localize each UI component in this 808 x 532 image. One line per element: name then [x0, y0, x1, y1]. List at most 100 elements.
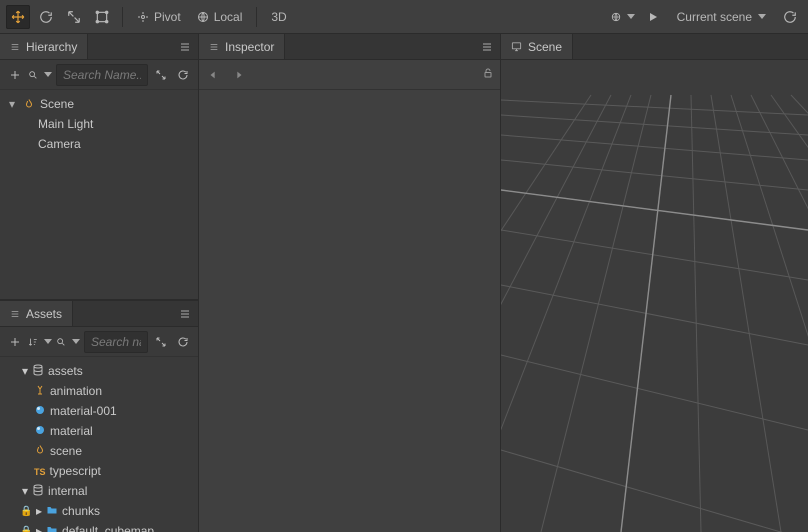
main-area: Hierarchy ▾: [0, 34, 808, 532]
asset-item[interactable]: TS typescript: [0, 461, 198, 481]
viewport-grid: [501, 60, 808, 532]
asset-item[interactable]: scene: [0, 441, 198, 461]
inspector-column: Inspector: [198, 34, 501, 532]
pivot-label: Pivot: [154, 10, 181, 24]
tab-inspector[interactable]: Inspector: [199, 34, 285, 59]
scale-tool-button[interactable]: [62, 5, 86, 29]
assets-folder-internal[interactable]: ▾ internal: [0, 481, 198, 501]
pivot-toggle[interactable]: Pivot: [131, 5, 187, 29]
scene-selector-label: Current scene: [677, 10, 752, 24]
inspector-body: [199, 90, 500, 532]
inspector-back-button[interactable]: [205, 63, 221, 87]
asset-label: assets: [48, 364, 83, 378]
assets-sort-dropdown[interactable]: [28, 330, 52, 354]
refresh-preview-button[interactable]: [778, 5, 802, 29]
asset-label: internal: [48, 484, 87, 498]
asset-label: animation: [50, 384, 102, 398]
inspector-forward-button[interactable]: [231, 63, 247, 87]
asset-label: material-001: [50, 404, 117, 418]
lock-icon: 🔒: [20, 526, 32, 532]
assets-folder-root[interactable]: ▾ assets: [0, 361, 198, 381]
asset-label: material: [50, 424, 93, 438]
assets-search-dropdown[interactable]: [56, 330, 80, 354]
toolbar-separator: [122, 7, 123, 27]
material-icon: [34, 424, 46, 439]
hierarchy-add-button[interactable]: [6, 63, 24, 87]
asset-folder[interactable]: 🔒 ▸ chunks: [0, 501, 198, 521]
assets-refresh-button[interactable]: [174, 330, 192, 354]
animation-icon: [34, 384, 46, 399]
play-button[interactable]: [641, 5, 665, 29]
asset-label: scene: [50, 444, 82, 458]
hierarchy-search-dropdown[interactable]: [28, 63, 52, 87]
list-icon: [10, 42, 20, 52]
tab-scene[interactable]: Scene: [501, 34, 573, 59]
scene-viewport[interactable]: [501, 60, 808, 532]
hierarchy-toolbar: [0, 60, 198, 90]
rect-tool-button[interactable]: [90, 5, 114, 29]
assets-add-button[interactable]: [6, 330, 24, 354]
assets-collapse-button[interactable]: [152, 330, 170, 354]
assets-panel-menu[interactable]: [172, 301, 198, 326]
preview-target-dropdown[interactable]: [611, 5, 635, 29]
scene-selector-dropdown[interactable]: Current scene: [671, 5, 772, 29]
folder-icon: [46, 524, 58, 532]
hierarchy-title: Hierarchy: [26, 40, 77, 54]
local-label: Local: [214, 10, 243, 24]
toolbar-left-group: Pivot Local 3D: [6, 5, 293, 29]
assets-search-input[interactable]: [84, 331, 148, 353]
chevron-right-icon[interactable]: ▸: [36, 504, 42, 518]
move-tool-button[interactable]: [6, 5, 30, 29]
tab-hierarchy[interactable]: Hierarchy: [0, 34, 88, 59]
hierarchy-node-child[interactable]: Main Light: [0, 114, 198, 134]
hierarchy-tree: ▾ Scene Main Light Camera: [0, 90, 198, 299]
mode-3d-toggle[interactable]: 3D: [265, 5, 292, 29]
hierarchy-node-scene[interactable]: ▾ Scene: [0, 94, 198, 114]
left-column: Hierarchy ▾: [0, 34, 198, 532]
list-icon: [10, 309, 20, 319]
material-icon: [34, 404, 46, 419]
hierarchy-node-label: Main Light: [38, 117, 93, 131]
assets-tabs: Assets: [0, 301, 198, 327]
hierarchy-panel-menu[interactable]: [172, 34, 198, 59]
assets-toolbar: [0, 327, 198, 357]
tab-assets[interactable]: Assets: [0, 301, 73, 326]
hierarchy-node-child[interactable]: Camera: [0, 134, 198, 154]
toolbar-right-group: Current scene: [611, 5, 802, 29]
list-icon: [209, 42, 219, 52]
asset-label: chunks: [62, 504, 100, 518]
inspector-tabs: Inspector: [199, 34, 500, 60]
local-toggle[interactable]: Local: [191, 5, 249, 29]
assets-tree: ▾ assets animation material-001: [0, 357, 198, 532]
database-icon: [32, 364, 44, 379]
folder-icon: [46, 504, 58, 519]
inspector-title: Inspector: [225, 40, 274, 54]
scene-tabs: Scene: [501, 34, 808, 60]
scene-column: Scene: [501, 34, 808, 532]
asset-folder[interactable]: 🔒 ▸ default_cubemap: [0, 521, 198, 532]
scene-title: Scene: [528, 40, 562, 54]
asset-item[interactable]: material-001: [0, 401, 198, 421]
fire-icon: [22, 98, 36, 110]
chevron-down-icon[interactable]: ▾: [6, 97, 18, 111]
chevron-down-icon[interactable]: ▾: [22, 484, 28, 498]
chevron-down-icon[interactable]: ▾: [22, 364, 28, 378]
asset-item[interactable]: animation: [0, 381, 198, 401]
hierarchy-refresh-button[interactable]: [174, 63, 192, 87]
inspector-panel-menu[interactable]: [474, 34, 500, 59]
hierarchy-search-input[interactable]: [56, 64, 148, 86]
inspector-lock-toggle[interactable]: [482, 67, 494, 82]
asset-item[interactable]: material: [0, 421, 198, 441]
fire-icon: [34, 444, 46, 459]
rotate-tool-button[interactable]: [34, 5, 58, 29]
asset-label: typescript: [50, 464, 101, 478]
typescript-icon: TS: [34, 464, 46, 478]
mode-3d-label: 3D: [271, 10, 286, 24]
hierarchy-tabs: Hierarchy: [0, 34, 198, 60]
chevron-right-icon[interactable]: ▸: [36, 524, 42, 532]
hierarchy-node-label: Scene: [40, 97, 74, 111]
hierarchy-collapse-button[interactable]: [152, 63, 170, 87]
toolbar-separator: [256, 7, 257, 27]
inspector-toolbar: [199, 60, 500, 90]
lock-icon: 🔒: [20, 506, 32, 517]
